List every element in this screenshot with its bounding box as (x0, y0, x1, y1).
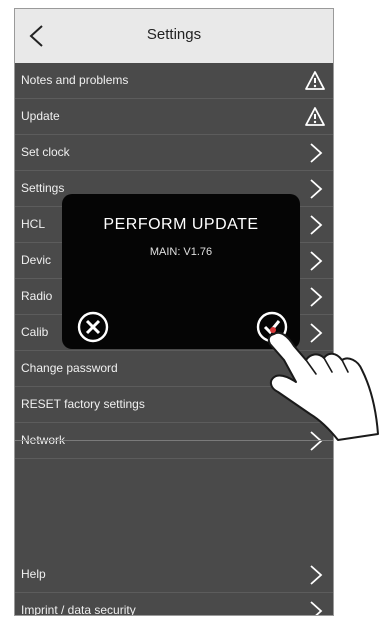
menu-item-help[interactable]: Help (15, 557, 333, 593)
dialog-title: PERFORM UPDATE (103, 216, 259, 233)
close-circle-icon[interactable] (77, 311, 109, 343)
chevron-right-icon (310, 601, 323, 615)
menu-item-update[interactable]: Update (15, 99, 333, 135)
dialog-version: MAIN: V1.76 (149, 246, 213, 258)
menu-item-label: HCL (21, 217, 46, 231)
chevron-right-icon (310, 215, 323, 235)
page-title: Settings (146, 26, 202, 43)
header-bar: Settings (15, 9, 333, 63)
menu-item-label: Settings (21, 181, 65, 195)
menu-item-label: Change password (21, 361, 118, 375)
menu-item-label: Calib (21, 325, 49, 339)
menu-item-label: Radio (21, 289, 53, 303)
menu-item-label: Set clock (21, 145, 70, 159)
chevron-right-icon (310, 287, 323, 307)
menu-item-label: Update (21, 109, 60, 123)
settings-screen: Settings Notes and problems Update Set c… (14, 8, 334, 616)
chevron-right-icon (310, 251, 323, 271)
menu-item-label: Help (21, 567, 46, 581)
menu-item-set-clock[interactable]: Set clock (15, 135, 333, 171)
pointing-hand-icon (267, 331, 379, 441)
warning-icon (305, 71, 325, 90)
chevron-right-icon (310, 565, 323, 585)
menu-item-label: RESET factory settings (21, 397, 145, 411)
menu-item-label: Imprint / data security (21, 603, 136, 616)
chevron-right-icon (310, 179, 323, 199)
menu-item-label: Devic (21, 253, 52, 267)
menu-item-label: Notes and problems (21, 73, 129, 87)
menu-item-notes-and-problems[interactable]: Notes and problems (15, 63, 333, 99)
menu-item-imprint-data-security[interactable]: Imprint / data security (15, 593, 333, 616)
chevron-right-icon (310, 143, 323, 163)
warning-icon (305, 107, 325, 126)
footer-menu: Help Imprint / data security (15, 557, 333, 616)
